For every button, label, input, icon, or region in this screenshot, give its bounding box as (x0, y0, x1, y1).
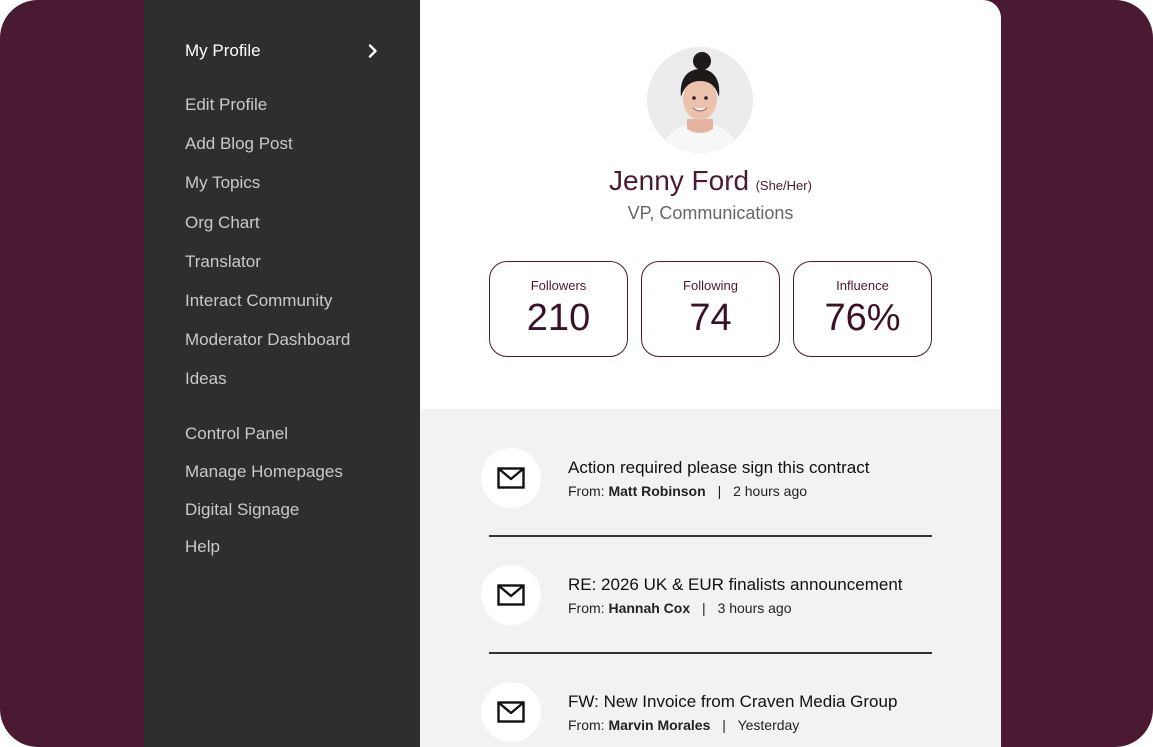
profile-pronouns: (She/Her) (755, 178, 812, 193)
message-feed: Action required please sign this contrac… (420, 409, 1001, 747)
from-label: From: (568, 483, 605, 499)
stat-following[interactable]: Following 74 (641, 261, 780, 357)
mail-icon (481, 448, 541, 508)
sidebar-item-manage-homepages[interactable]: Manage Homepages (185, 461, 343, 483)
mail-icon (481, 682, 541, 742)
message-subject: Action required please sign this contrac… (568, 458, 870, 477)
sidebar-item-add-blog-post[interactable]: Add Blog Post (185, 133, 293, 155)
message-item[interactable]: FW: New Invoice from Craven Media Group … (420, 682, 1001, 747)
chevron-right-icon (366, 44, 380, 58)
from-label: From: (568, 600, 605, 616)
sidebar-item-interact-community[interactable]: Interact Community (185, 290, 332, 312)
message-subject: FW: New Invoice from Craven Media Group (568, 692, 898, 711)
message-sender: Matt Robinson (608, 483, 706, 499)
divider (489, 652, 932, 654)
profile-name: Jenny Ford (609, 165, 750, 196)
sidebar-item-org-chart[interactable]: Org Chart (185, 212, 260, 234)
sidebar-item-control-panel[interactable]: Control Panel (185, 423, 288, 445)
stat-label: Followers (530, 278, 587, 293)
avatar-portrait-image (647, 47, 753, 153)
my-profile-label: My Profile (185, 41, 261, 60)
message-meta: From: Matt Robinson | 2 hours ago (568, 483, 807, 499)
stat-value: 210 (526, 297, 591, 339)
message-time: 3 hours ago (717, 600, 792, 616)
message-meta: From: Hannah Cox | 3 hours ago (568, 600, 792, 616)
stat-followers[interactable]: Followers 210 (489, 261, 628, 357)
divider (489, 535, 932, 537)
message-meta: From: Marvin Morales | Yesterday (568, 717, 799, 733)
sidebar-item-my-topics[interactable]: My Topics (185, 172, 260, 194)
meta-separator: | (702, 600, 706, 616)
message-item[interactable]: RE: 2026 UK & EUR finalists announcement… (420, 565, 1001, 645)
message-time: 2 hours ago (733, 483, 808, 499)
message-item[interactable]: Action required please sign this contrac… (420, 448, 1001, 528)
sidebar-item-ideas[interactable]: Ideas (185, 368, 227, 390)
from-label: From: (568, 717, 605, 733)
message-sender: Hannah Cox (608, 600, 691, 616)
profile-panel: Jenny Ford (She/Her) VP, Communications … (420, 0, 1001, 747)
meta-separator: | (717, 483, 722, 499)
stat-influence[interactable]: Influence 76% (793, 261, 932, 357)
sidebar-item-moderator-dashboard[interactable]: Moderator Dashboard (185, 329, 350, 351)
stat-label: Influence (836, 278, 889, 293)
sidebar-item-help[interactable]: Help (185, 536, 220, 558)
sidebar: My Profile Edit Profile Add Blog Post My… (144, 0, 420, 747)
meta-separator: | (722, 717, 726, 733)
avatar[interactable] (647, 47, 753, 153)
stat-label: Following (683, 278, 738, 293)
sidebar-item-edit-profile[interactable]: Edit Profile (185, 94, 267, 116)
sidebar-item-digital-signage[interactable]: Digital Signage (185, 499, 299, 521)
app-frame: My Profile Edit Profile Add Blog Post My… (0, 0, 1153, 747)
stat-value: 76% (824, 297, 901, 339)
sidebar-item-translator[interactable]: Translator (185, 251, 261, 273)
message-time: Yesterday (737, 717, 800, 733)
mail-icon (481, 565, 541, 625)
profile-name-row: Jenny Ford (She/Her) (420, 165, 1001, 197)
profile-role: VP, Communications (627, 203, 794, 223)
message-sender: Marvin Morales (608, 717, 711, 733)
stat-value: 74 (689, 297, 732, 339)
message-subject: RE: 2026 UK & EUR finalists announcement (568, 575, 903, 594)
my-profile-menu-header[interactable]: My Profile (185, 39, 380, 63)
